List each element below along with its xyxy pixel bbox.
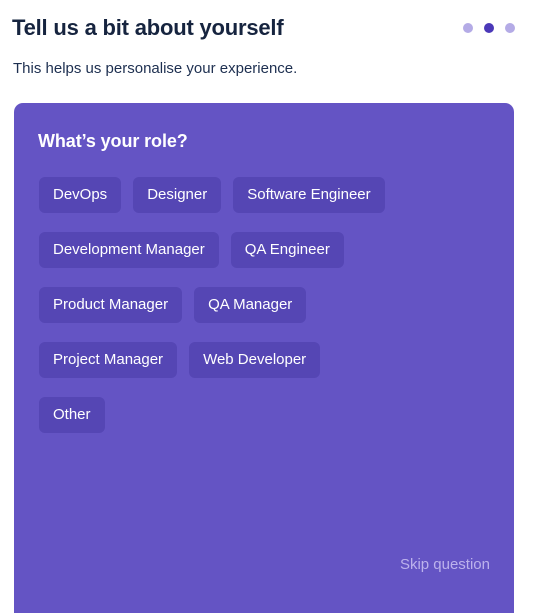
role-chip-qa-manager[interactable]: QA Manager <box>194 287 307 323</box>
page-subtitle: This helps us personalise your experienc… <box>13 60 298 77</box>
role-options-list: DevOps Designer Software Engineer Develo… <box>39 177 494 433</box>
role-option-row: DevOps Designer Software Engineer <box>39 177 494 213</box>
role-chip-web-developer[interactable]: Web Developer <box>189 342 321 378</box>
role-option-row: Development Manager QA Engineer <box>39 232 494 268</box>
step-dot-2-active[interactable] <box>484 23 494 33</box>
onboarding-header: Tell us a bit about yourself This helps … <box>0 0 539 103</box>
card-question-title: What’s your role? <box>38 131 188 151</box>
role-option-row: Product Manager QA Manager <box>39 287 494 323</box>
step-dot-1[interactable] <box>463 23 473 33</box>
step-indicator <box>463 23 515 33</box>
role-question-card: What’s your role? DevOps Designer Softwa… <box>14 103 514 613</box>
role-chip-project-manager[interactable]: Project Manager <box>39 342 178 378</box>
role-option-row: Other <box>39 397 494 433</box>
role-chip-qa-engineer[interactable]: QA Engineer <box>230 232 344 268</box>
role-chip-software-engineer[interactable]: Software Engineer <box>233 177 385 213</box>
role-chip-devops[interactable]: DevOps <box>39 177 122 213</box>
role-chip-other[interactable]: Other <box>39 397 105 433</box>
page-title: Tell us a bit about yourself <box>12 15 284 40</box>
role-chip-product-manager[interactable]: Product Manager <box>39 287 183 323</box>
step-dot-3[interactable] <box>505 23 515 33</box>
role-option-row: Project Manager Web Developer <box>39 342 494 378</box>
skip-question-link[interactable]: Skip question <box>400 555 490 575</box>
role-chip-development-manager[interactable]: Development Manager <box>39 232 219 268</box>
role-chip-designer[interactable]: Designer <box>133 177 222 213</box>
